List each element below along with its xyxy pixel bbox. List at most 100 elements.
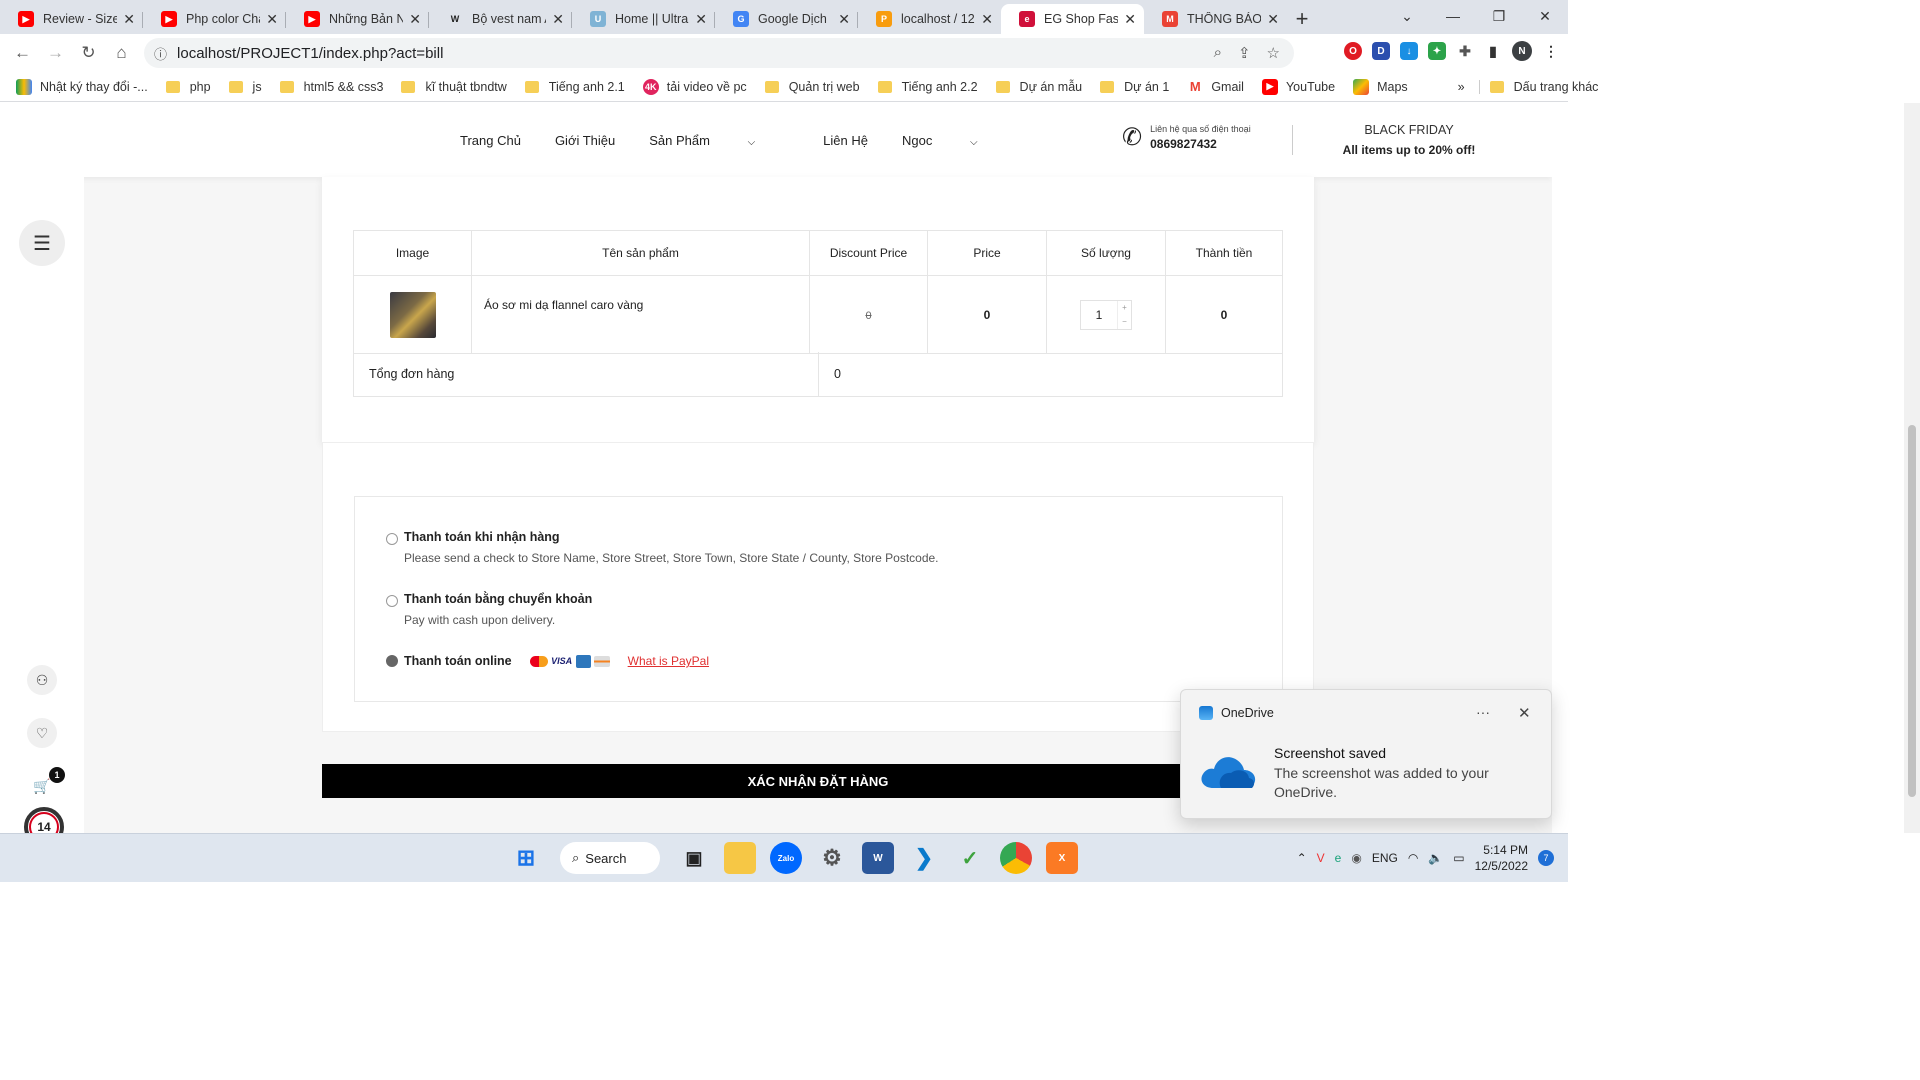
- chrome-icon[interactable]: [1000, 842, 1032, 874]
- new-tab-button[interactable]: +: [1287, 4, 1317, 34]
- blue-extension-icon[interactable]: ↓: [1400, 42, 1418, 60]
- reward-counter[interactable]: 14: [24, 807, 64, 833]
- forward-arrow-icon[interactable]: →: [39, 43, 72, 63]
- paypal-link[interactable]: What is PayPal: [628, 654, 709, 668]
- bookmark-item[interactable]: Nhật ký thay đổi -...: [16, 78, 148, 95]
- bookmark-folder[interactable]: kĩ thuật tbndtw: [401, 80, 507, 94]
- puzzle-icon[interactable]: ✚: [1456, 42, 1474, 60]
- address-bar[interactable]: ⓘ localhost/PROJECT1/index.php?act=bill …: [144, 38, 1294, 68]
- onedrive-notification[interactable]: OneDrive ··· ✕ Screenshot saved The scre…: [1180, 689, 1552, 819]
- browser-tab[interactable]: G Google Dịch ✕: [715, 4, 858, 34]
- bookmark-star-icon[interactable]: ☆: [1267, 44, 1280, 62]
- close-tab-icon[interactable]: ✕: [1267, 11, 1279, 28]
- bookmark-folder[interactable]: Dự án mẫu: [995, 80, 1082, 94]
- browser-tab[interactable]: ▶Những Bản Nh✕: [286, 4, 429, 34]
- edge-tray-icon[interactable]: e: [1335, 851, 1342, 865]
- user-icon[interactable]: ⚇: [27, 665, 57, 695]
- language-indicator[interactable]: ENG: [1372, 851, 1398, 865]
- settings-gear-icon[interactable]: ⚙: [816, 842, 848, 874]
- bookmarks-overflow-button[interactable]: »: [1458, 80, 1465, 94]
- bookmark-item[interactable]: 4K tải video về pc: [642, 78, 747, 95]
- minimize-button[interactable]: —: [1430, 0, 1476, 32]
- bookmark-folder[interactable]: Quản trị web: [764, 80, 860, 94]
- browser-tab[interactable]: ▶ Php color Cha ✕: [143, 4, 286, 34]
- back-arrow-icon[interactable]: ←: [6, 43, 39, 63]
- colorful-extension-icon[interactable]: ✦: [1428, 42, 1446, 60]
- share-icon[interactable]: ⇪: [1238, 44, 1251, 62]
- phone-number[interactable]: 0869827432: [1150, 137, 1251, 151]
- reload-icon[interactable]: ↻: [72, 43, 105, 63]
- bookmark-folder[interactable]: php: [165, 80, 211, 94]
- windows-start-icon[interactable]: ⊞: [510, 842, 542, 874]
- close-tab-icon[interactable]: ✕: [266, 11, 278, 28]
- profile-avatar[interactable]: N: [1512, 41, 1532, 61]
- notification-badge[interactable]: 7: [1538, 850, 1554, 866]
- wifi-icon[interactable]: ◠: [1408, 851, 1418, 865]
- site-info-icon[interactable]: ⓘ: [154, 44, 167, 63]
- menu-item-about[interactable]: Giới Thiệu: [555, 133, 615, 148]
- clock[interactable]: 5:14 PM 12/5/2022: [1475, 842, 1528, 874]
- opera-extension-icon[interactable]: O: [1344, 42, 1362, 60]
- xampp-icon[interactable]: X: [1046, 842, 1078, 874]
- menu-item-home[interactable]: Trang Chủ: [460, 133, 521, 148]
- product-thumbnail[interactable]: [389, 291, 436, 338]
- word-icon[interactable]: W: [862, 842, 894, 874]
- browser-tab[interactable]: M THÔNG BÁO: ✕: [1144, 4, 1287, 34]
- menu-item-account[interactable]: Ngoc ⌵: [902, 133, 1012, 148]
- home-icon[interactable]: ⌂: [105, 43, 138, 63]
- close-tab-icon[interactable]: ✕: [695, 11, 707, 28]
- payment-option-cod[interactable]: Thanh toán khi nhận hàng Please send a c…: [386, 530, 939, 565]
- close-tab-icon[interactable]: ✕: [409, 11, 421, 28]
- payment-radio[interactable]: [386, 595, 398, 607]
- file-explorer-icon[interactable]: [724, 842, 756, 874]
- payment-option-transfer[interactable]: Thanh toán bằng chuyển khoản Pay with ca…: [386, 592, 592, 627]
- quantity-input[interactable]: 1: [1081, 308, 1117, 322]
- network-tray-icon[interactable]: ◉: [1351, 851, 1361, 865]
- decrement-icon[interactable]: −: [1118, 317, 1131, 326]
- scrollbar-thumb[interactable]: [1908, 425, 1916, 797]
- bookmark-folder[interactable]: html5 && css3: [279, 80, 383, 94]
- close-icon[interactable]: ✕: [1518, 704, 1531, 722]
- task-view-icon[interactable]: ▣: [678, 842, 710, 874]
- url-text[interactable]: localhost/PROJECT1/index.php?act=bill: [177, 45, 443, 62]
- zalo-icon[interactable]: Zalo: [770, 842, 802, 874]
- payment-option-online[interactable]: Thanh toán online VISA What is PayPal: [386, 654, 709, 668]
- bookmark-item[interactable]: ▶ YouTube: [1261, 78, 1335, 95]
- confirm-order-button[interactable]: XÁC NHẬN ĐẶT HÀNG: [322, 764, 1314, 798]
- close-tab-icon[interactable]: ✕: [838, 11, 850, 28]
- vivaldi-tray-icon[interactable]: V: [1317, 851, 1325, 865]
- bookmark-item[interactable]: Maps: [1353, 78, 1408, 95]
- bookmark-folder[interactable]: Tiếng anh 2.2: [877, 80, 978, 94]
- browser-tab[interactable]: U Home || UltraP ✕: [572, 4, 715, 34]
- close-tab-icon[interactable]: ✕: [1124, 11, 1136, 28]
- browser-tab-active[interactable]: eEG Shop Fashi✕: [1001, 4, 1144, 34]
- bookmark-item[interactable]: M Gmail: [1187, 79, 1244, 95]
- bookmark-folder[interactable]: js: [228, 80, 262, 94]
- hamburger-menu-icon[interactable]: ☰: [19, 220, 65, 266]
- battery-icon[interactable]: ▭: [1453, 851, 1464, 865]
- heart-icon[interactable]: ♡: [27, 718, 57, 748]
- payment-radio-selected[interactable]: [386, 655, 398, 667]
- close-tab-icon[interactable]: ✕: [123, 11, 135, 28]
- close-tab-icon[interactable]: ✕: [552, 11, 564, 28]
- quantity-stepper[interactable]: 1 + −: [1080, 299, 1132, 330]
- browser-tab[interactable]: ▶Review - Size v✕: [0, 4, 143, 34]
- page-scrollbar[interactable]: [1904, 103, 1920, 833]
- chevron-up-icon[interactable]: ⌃: [1297, 851, 1307, 865]
- menu-item-contact[interactable]: Liên Hệ: [823, 133, 868, 148]
- zoom-icon[interactable]: ⌕: [1214, 44, 1222, 62]
- payment-radio[interactable]: [386, 533, 398, 545]
- browser-tab[interactable]: Plocalhost / 127 ✕: [858, 4, 1001, 34]
- coccoc-icon[interactable]: ✓: [954, 842, 986, 874]
- close-window-button[interactable]: ✕: [1522, 0, 1568, 32]
- taskbar-search[interactable]: ⌕ Search: [560, 842, 660, 874]
- bookmark-folder[interactable]: Tiếng anh 2.1: [524, 80, 625, 94]
- product-name[interactable]: Áo sơ mi dạ flannel caro vàng: [471, 275, 810, 354]
- vscode-icon[interactable]: ❯: [908, 842, 940, 874]
- more-options-icon[interactable]: ···: [1476, 704, 1490, 720]
- menu-item-products[interactable]: Sản Phẩm ⌵: [649, 133, 789, 148]
- tab-search-icon[interactable]: ⌄: [1384, 0, 1430, 32]
- other-bookmarks-folder[interactable]: Dấu trang khác: [1478, 79, 1598, 94]
- browser-tab[interactable]: W Bộ vest nam A ✕: [429, 4, 572, 34]
- side-panel-icon[interactable]: ▮: [1484, 42, 1502, 60]
